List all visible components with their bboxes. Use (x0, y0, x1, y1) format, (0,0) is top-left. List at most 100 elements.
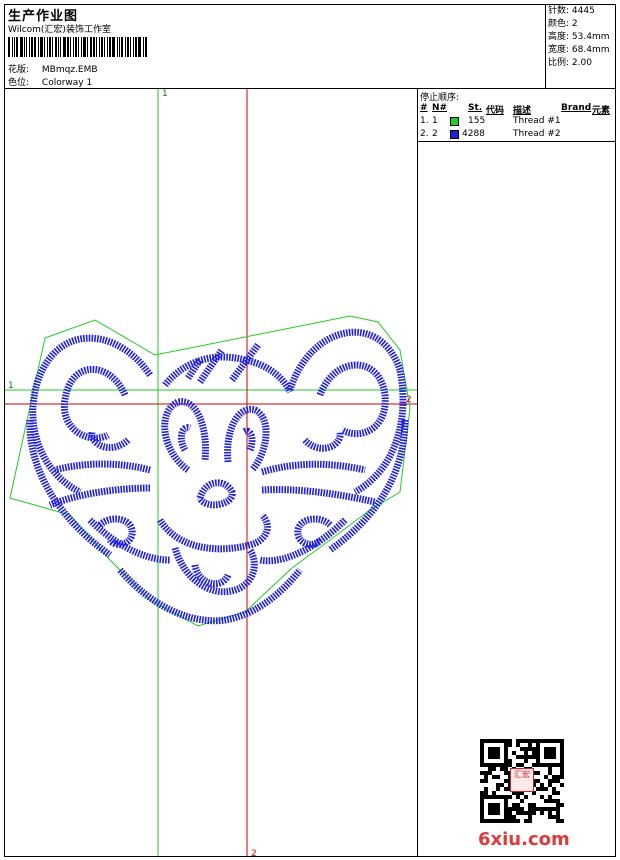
row-code: 155 (468, 116, 486, 126)
qr-module (560, 819, 564, 823)
barcode-bar (104, 37, 105, 57)
row-n: 2 (432, 129, 438, 139)
face-outline (26, 419, 409, 558)
stat-value: 2 (571, 19, 578, 29)
stat-row: 高度: 53.4mm (548, 31, 610, 44)
seal-stamp: 汇宏 (510, 768, 534, 792)
col-num: # (420, 103, 428, 113)
barcode-bar (31, 37, 33, 57)
marker-left: 1 (8, 381, 14, 391)
stat-label: 高度: (548, 32, 570, 42)
row-n: 1 (432, 116, 438, 126)
row-num: 1. (420, 116, 429, 126)
barcode-bar (78, 37, 79, 57)
table-row: 1. 1 155 Thread #1 (420, 116, 610, 128)
col-st: St. (468, 103, 483, 113)
design-file: 花版: MBmqz.EMB (8, 62, 98, 75)
barcode-bar (60, 37, 61, 57)
chin (117, 567, 303, 625)
barcode-bar (49, 37, 51, 57)
barcode-bar (133, 37, 134, 57)
row-desc: Thread #2 (513, 129, 561, 139)
col-brand: Brand (561, 103, 592, 113)
left-eye (161, 398, 210, 473)
stat-value: 2.00 (571, 58, 592, 68)
barcode-bar (40, 37, 43, 57)
barcode-bar (81, 37, 82, 57)
colorway-label: 色位: (8, 78, 30, 88)
barcode-bar (135, 37, 137, 57)
barcode-bar (83, 37, 86, 57)
design-value: MBmqz.EMB (41, 65, 98, 75)
table-row: 2. 2 4288 Thread #2 (420, 129, 610, 141)
barcode-bar (145, 37, 147, 57)
stat-label: 颜色: (548, 19, 570, 29)
barcode-bar (112, 37, 115, 57)
barcode-bar (29, 37, 30, 57)
barcode (8, 37, 148, 57)
barcode-bar (101, 37, 103, 57)
col-element: 元素 (592, 106, 611, 116)
left-pupil (177, 424, 192, 452)
panel-divider-vertical (417, 88, 418, 857)
stat-row: 颜色: 2 (548, 18, 610, 31)
stop-table-divider (417, 141, 616, 142)
stat-label: 比例: (548, 58, 570, 68)
colorway: 色位: Colorway 1 (8, 75, 92, 88)
barcode-bar (90, 37, 92, 57)
barcode-bar (96, 37, 97, 57)
stat-row: 宽度: 68.4mm (548, 44, 610, 57)
site-watermark: 6xiu.com (478, 829, 570, 850)
stat-row: 比例: 2.00 (548, 57, 610, 70)
barcode-bar (47, 37, 48, 57)
row-desc: Thread #1 (513, 116, 561, 126)
right-ear-curl (302, 431, 344, 452)
col-code: 代码 (486, 106, 505, 116)
marker-bottom: 2 (251, 849, 257, 856)
barcode-bar (20, 37, 23, 57)
barcode-bar (87, 37, 88, 57)
barcode-bar (107, 37, 108, 57)
barcode-bar (38, 37, 39, 57)
studio-name: Wilcom(汇宏)装饰工作室 (8, 25, 111, 35)
barcode-bar (143, 37, 144, 57)
barcode-bar (34, 37, 36, 57)
stat-value: 53.4mm (571, 32, 610, 42)
barcode-bar (138, 37, 141, 57)
barcode-bar (73, 37, 74, 57)
colorway-value: Colorway 1 (41, 78, 93, 88)
stitch-art (26, 328, 409, 625)
barcode-bar (16, 37, 18, 57)
right-ear-swirl (316, 361, 389, 438)
stat-label: 宽度: (548, 45, 570, 55)
right-whiskers (260, 460, 376, 506)
barcode-bar (26, 37, 27, 57)
stop-sequence-title: 停止顺序: (420, 93, 460, 103)
tongue (191, 564, 232, 588)
stat-value: 4445 (571, 6, 595, 16)
col-desc: 描述 (513, 106, 532, 116)
design-label: 花版: (8, 65, 30, 75)
nose (196, 479, 236, 509)
barcode-bar (44, 37, 45, 57)
barcode-bar (93, 37, 95, 57)
barcode-bar (121, 37, 123, 57)
stat-row: 针数: 4445 (548, 5, 610, 18)
row-code: 4288 (462, 129, 485, 139)
marker-top: 1 (162, 89, 168, 99)
barcode-bar (58, 37, 59, 57)
stat-value: 68.4mm (571, 45, 610, 55)
color-swatch (450, 130, 459, 139)
barcode-bar (8, 37, 10, 57)
barcode-bar (75, 37, 77, 57)
head-tuft (162, 353, 294, 394)
barcode-bar (52, 37, 53, 57)
color-swatch (450, 117, 459, 126)
col-n: N# (432, 103, 448, 113)
barcode-bar (12, 37, 13, 57)
barcode-bar (125, 37, 126, 57)
stat-label: 针数: (548, 6, 570, 16)
barcode-bar (55, 37, 57, 57)
barcode-bar (24, 37, 25, 57)
barcode-bar (117, 37, 118, 57)
